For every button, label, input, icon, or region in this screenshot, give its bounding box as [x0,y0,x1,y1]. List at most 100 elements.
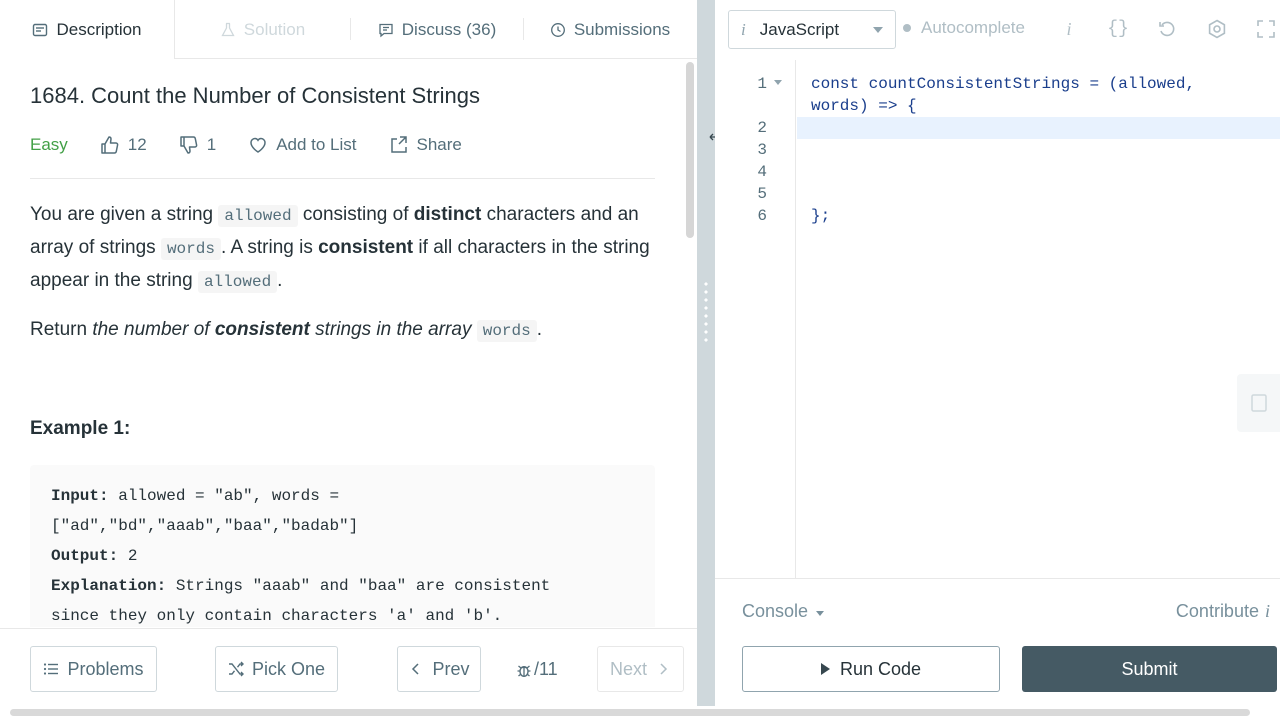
output-value: 2 [118,547,138,565]
dislike-button[interactable]: 1 [179,135,216,155]
chevron-down-icon [816,610,825,616]
description-scrollbar[interactable] [686,62,694,238]
example-explanation-line2: since they only contain characters 'a' a… [51,607,503,625]
problems-label: Problems [67,658,144,679]
next-label: Next [609,658,647,679]
toggle-dot-icon [903,24,911,32]
settings-icon[interactable] [1206,18,1228,40]
discuss-icon [379,23,393,37]
italic-text: strings in the array [309,319,477,340]
code-line: const countConsistentStrings = (allowed, [811,75,1196,93]
language-select[interactable]: i JavaScript [728,10,896,49]
fold-arrow-icon[interactable] [774,80,782,85]
tab-discuss-label: Discuss (36) [401,19,497,39]
code-line: words) => { [811,97,917,115]
language-value: JavaScript [759,19,840,39]
page-indicator-text: /11 [534,659,558,679]
text: . [277,270,283,291]
autocomplete-toggle[interactable]: Autocomplete [903,18,1025,38]
description-icon [33,23,48,36]
submit-button[interactable]: Submit [1022,646,1277,692]
line-number: 2 [757,119,767,137]
autocomplete-label: Autocomplete [921,18,1025,37]
problem-return-statement: Return the number of consistent strings … [30,314,655,347]
contribute-link[interactable]: Contribute i [1176,601,1270,622]
example-explanation-line: Explanation: Strings "aaab" and "baa" ar… [51,571,634,601]
italic-text: the number of [92,319,215,340]
horizontal-scrollbar[interactable] [0,706,1280,720]
pane-resize-handle[interactable] [697,0,715,706]
chevron-right-icon [660,663,668,675]
note-icon [1250,394,1267,412]
clock-icon [550,22,565,37]
line-number: 1 [757,75,767,93]
next-button[interactable]: Next [597,646,684,692]
side-panel-toggle[interactable] [1237,374,1280,432]
prev-label: Prev [432,658,470,679]
info-icon[interactable]: i [1058,18,1080,40]
chevron-down-icon [873,27,883,33]
problem-statement: You are given a string allowed consistin… [30,199,655,298]
explanation-label: Explanation: [51,577,167,595]
bold-italic-text: consistent [214,319,310,340]
problem-pane: Description Solution Discuss (36) Submis… [0,0,697,706]
example-output-line: Output: 2 [51,541,634,571]
problem-page-indicator: /11 [516,659,558,680]
text: You are given a string [30,204,219,225]
explanation-value: Strings "aaab" and "baa" are consistent [166,577,551,595]
reset-icon[interactable] [1156,18,1178,40]
line-number: 3 [757,141,767,159]
flask-icon [221,22,235,36]
run-code-button[interactable]: Run Code [742,646,1000,692]
tab-solution-label: Solution [243,19,306,39]
example-title: Example 1: [30,418,131,439]
drag-grip-icon [704,280,708,344]
inline-code: allowed [218,205,298,227]
problem-meta: Easy 12 1 Add to List Share [30,130,494,160]
pick-one-label: Pick One [251,658,326,679]
output-label: Output: [51,547,119,565]
play-icon [820,663,830,675]
text: Return [30,319,93,340]
tab-solution[interactable]: Solution [175,0,350,59]
pick-one-button[interactable]: Pick One [215,646,338,692]
tab-description[interactable]: Description [0,0,175,59]
code-editor[interactable]: 1 2 3 4 5 6 const countConsistentStrings… [715,60,1280,578]
tab-submissions-label: Submissions [573,19,671,39]
fullscreen-icon[interactable] [1255,18,1277,40]
info-icon: i [1264,601,1270,621]
info-icon: i [741,19,746,39]
line-number: 6 [757,207,767,225]
console-toggle[interactable]: Console [742,601,825,622]
shuffle-icon [228,661,244,677]
heart-icon [250,137,266,153]
code-line: }; [811,207,831,225]
problems-button[interactable]: Problems [30,646,157,692]
scrollbar-thumb[interactable] [10,709,1250,716]
like-button[interactable]: 12 [100,135,147,155]
prev-button[interactable]: Prev [397,646,481,692]
example-block: Input: allowed = "ab", words = ["ad","bd… [30,465,655,627]
thumbs-down-icon [179,136,198,154]
tab-description-label: Description [56,19,142,39]
problem-navigation-bar: Problems Pick One Prev /11 Next [0,628,697,706]
line-number-gutter: 1 2 3 4 5 6 [715,60,796,578]
divider [30,178,655,179]
inline-code: words [476,320,537,342]
difficulty-badge: Easy [30,135,68,154]
leetcode-app: Description Solution Discuss (36) Submis… [0,0,1280,720]
share-button[interactable]: Share [389,135,462,155]
share-label: Share [416,135,462,154]
tab-submissions[interactable]: Submissions [524,0,696,59]
console-label: Console [742,601,809,621]
text: . [536,319,543,340]
input-label: Input: [51,487,109,505]
tab-discuss[interactable]: Discuss (36) [351,0,523,59]
active-line-highlight [797,117,1280,139]
example-input-line: Input: allowed = "ab", words = [51,481,634,511]
add-to-list-button[interactable]: Add to List [248,135,357,155]
problem-description: 1684. Count the Number of Consistent Str… [30,60,655,627]
format-code-icon[interactable]: {} [1107,18,1129,40]
example-input-line2: ["ad","bd","aaab","baa","badab"] [51,517,359,535]
console-bar: Console Contribute i Run Code Submit [715,578,1280,706]
